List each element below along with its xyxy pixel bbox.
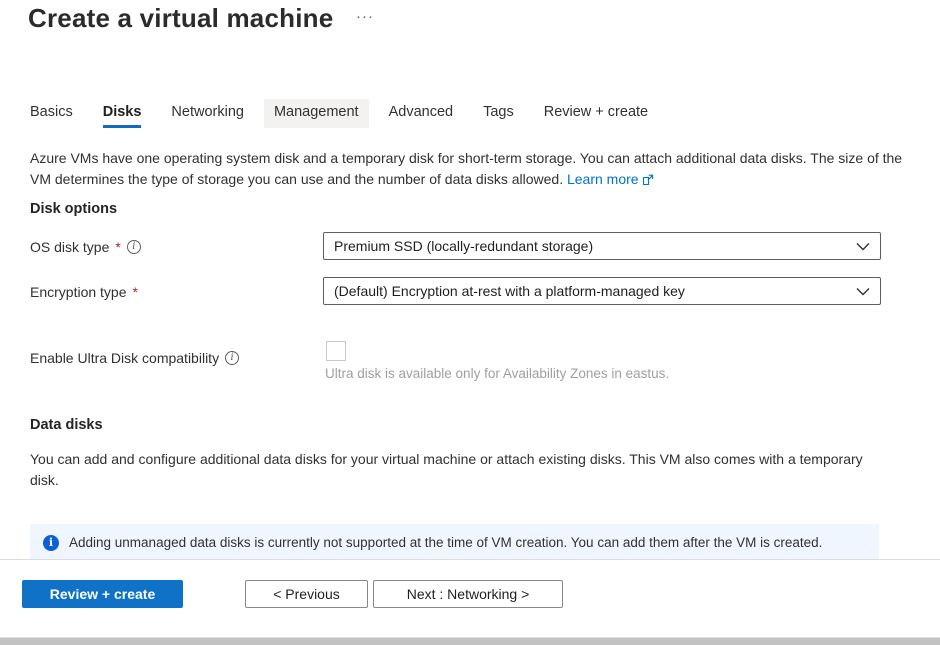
create-vm-page: Create a virtual machine ··· Basics Disk… [0, 0, 940, 645]
tab-disks[interactable]: Disks [103, 99, 142, 128]
encryption-type-label-text: Encryption type [30, 284, 127, 300]
required-marker: * [133, 284, 138, 300]
disks-intro-text: Azure VMs have one operating system disk… [30, 148, 918, 191]
previous-button[interactable]: < Previous [245, 580, 368, 608]
ultra-disk-label: Enable Ultra Disk compatibility i [30, 350, 239, 366]
learn-more-link[interactable]: Learn more [567, 171, 654, 187]
info-icon[interactable]: i [127, 240, 141, 254]
wizard-tabs: Basics Disks Networking Management Advan… [30, 99, 648, 128]
encryption-type-label: Encryption type * [30, 284, 138, 300]
tab-networking[interactable]: Networking [171, 99, 244, 128]
disk-options-heading: Disk options [30, 201, 117, 217]
tab-review-create[interactable]: Review + create [544, 99, 648, 128]
review-create-button[interactable]: Review + create [22, 580, 183, 608]
tab-basics[interactable]: Basics [30, 99, 73, 128]
os-disk-type-label-text: OS disk type [30, 239, 109, 255]
encryption-type-dropdown[interactable]: (Default) Encryption at-rest with a plat… [323, 277, 881, 305]
next-networking-button[interactable]: Next : Networking > [373, 580, 563, 608]
encryption-type-value: (Default) Encryption at-rest with a plat… [334, 283, 685, 299]
info-icon[interactable]: i [225, 351, 239, 365]
os-disk-type-value: Premium SSD (locally-redundant storage) [334, 238, 593, 254]
os-disk-type-label: OS disk type * i [30, 239, 141, 255]
data-disks-heading: Data disks [30, 417, 103, 433]
ultra-disk-label-text: Enable Ultra Disk compatibility [30, 350, 219, 366]
tab-advanced[interactable]: Advanced [389, 99, 454, 128]
learn-more-label: Learn more [567, 171, 639, 187]
more-actions-icon[interactable]: ··· [356, 8, 374, 25]
external-link-icon [642, 171, 654, 192]
banner-info-icon: i [43, 535, 59, 551]
ultra-disk-helper-text: Ultra disk is available only for Availab… [325, 366, 669, 381]
ultra-disk-checkbox[interactable] [326, 341, 346, 361]
intro-text: Azure VMs have one operating system disk… [30, 150, 902, 187]
data-disks-description: You can add and configure additional dat… [30, 449, 875, 491]
chevron-down-icon [856, 283, 870, 299]
os-disk-type-dropdown[interactable]: Premium SSD (locally-redundant storage) [323, 232, 881, 260]
required-marker: * [115, 239, 120, 255]
window-bottom-edge [0, 637, 940, 645]
info-banner: i Adding unmanaged data disks is current… [30, 524, 879, 560]
info-banner-text: Adding unmanaged data disks is currently… [69, 533, 847, 553]
chevron-down-icon [856, 238, 870, 254]
wizard-footer: Review + create < Previous Next : Networ… [0, 560, 940, 637]
info-banner-content: i Adding unmanaged data disks is current… [30, 524, 879, 553]
page-title: Create a virtual machine [28, 3, 333, 34]
tab-tags[interactable]: Tags [483, 99, 514, 128]
tab-management[interactable]: Management [264, 99, 369, 128]
